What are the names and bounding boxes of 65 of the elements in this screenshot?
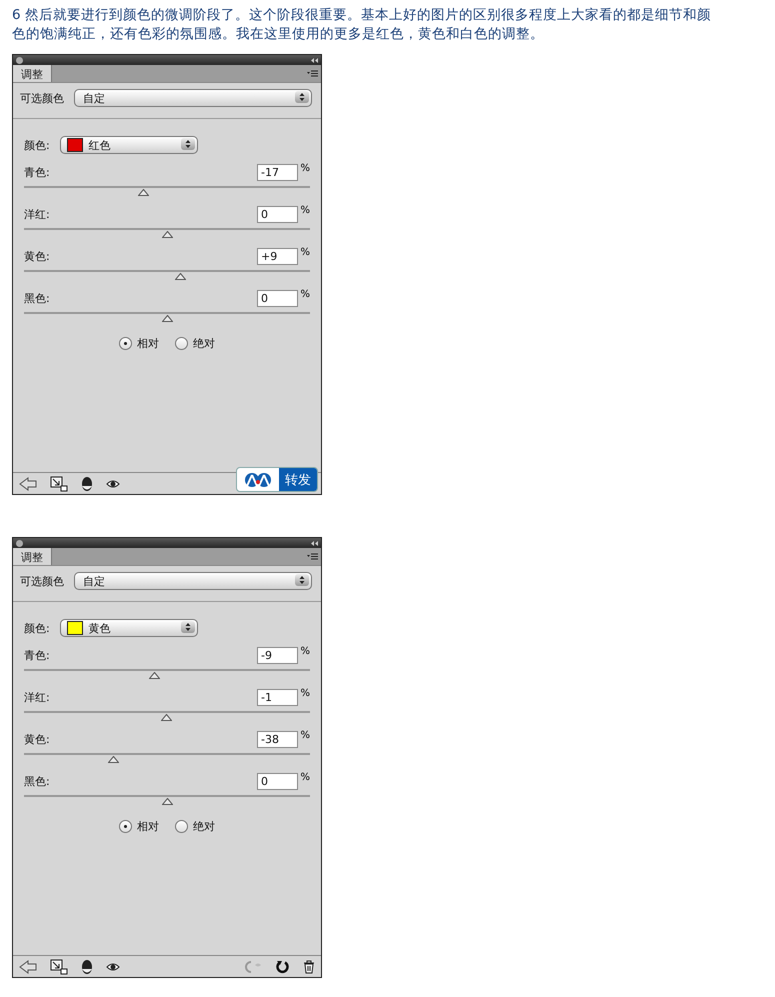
slider-label: 青色: (24, 648, 51, 663)
eye-icon[interactable] (106, 478, 120, 488)
reset-icon[interactable] (276, 960, 290, 974)
radio-button[interactable] (119, 820, 132, 833)
stepper-icon (295, 574, 309, 586)
panel-tab[interactable]: 调整 (13, 548, 52, 565)
percent-unit: % (299, 247, 310, 258)
collapse-icon[interactable] (311, 540, 318, 546)
panel-menu-icon[interactable] (307, 553, 318, 560)
radio-button[interactable] (175, 337, 188, 350)
stepper-icon (180, 138, 195, 150)
eye-icon[interactable] (106, 962, 120, 972)
preset-dropdown[interactable]: 自定 (74, 572, 312, 590)
color-dropdown[interactable]: 红色 (60, 136, 198, 154)
percent-unit: % (299, 163, 310, 174)
collapse-icon[interactable] (311, 58, 318, 62)
clip-layer-icon[interactable] (50, 476, 68, 492)
percent-unit: % (299, 205, 310, 216)
percent-unit: % (299, 772, 310, 783)
panel-tab[interactable]: 调整 (13, 65, 52, 82)
percent-unit: % (299, 688, 310, 699)
value-field[interactable]: +9 (257, 248, 298, 265)
color-label: 颜色: (24, 138, 50, 152)
color-dropdown[interactable]: 黄色 (60, 619, 198, 637)
clip-layer-icon[interactable] (50, 958, 68, 974)
radio-label: 绝对 (193, 819, 215, 834)
slider-label: 洋红: (24, 207, 51, 222)
slider-label: 黄色: (24, 249, 51, 264)
color-label: 颜色: (24, 620, 50, 636)
slider-label: 青色: (24, 165, 51, 180)
slider-label: 洋红: (24, 690, 51, 705)
back-arrow-icon[interactable] (19, 476, 37, 490)
preset-label: 可选颜色 (20, 90, 64, 106)
intro-paragraph: 6 然后就要进行到颜色的微调阶段了。这个阶段很重要。基本上好的图片的区别很多程度上大家看的都是细节和颜色的饱满纯正，还有色彩的氛围感。我在这里使用的更多是红色，黄色和白色的调整。 (12, 6, 712, 44)
trash-icon[interactable] (303, 960, 315, 974)
radio-label: 绝对 (193, 336, 215, 351)
value-field[interactable]: -9 (257, 647, 298, 664)
radio-label: 相对 (137, 819, 159, 834)
panel-menu-icon[interactable] (307, 70, 318, 77)
radio-button[interactable] (119, 337, 132, 350)
close-icon[interactable] (16, 540, 23, 546)
back-arrow-icon[interactable] (19, 960, 37, 974)
percent-unit: % (299, 730, 310, 741)
share-button[interactable]: 转发 (236, 467, 318, 492)
slider-label: 黄色: (24, 732, 51, 747)
preset-dropdown[interactable]: 自定 (74, 89, 312, 107)
slider-label: 黑色: (24, 291, 51, 306)
value-field[interactable]: 0 (257, 206, 298, 223)
value-field[interactable]: -38 (257, 731, 298, 748)
percent-unit: % (299, 289, 310, 300)
mask-icon[interactable] (81, 958, 93, 974)
preset-label: 可选颜色 (20, 574, 64, 588)
stepper-icon (180, 621, 195, 633)
share-logo-icon (243, 472, 273, 488)
mask-icon[interactable] (81, 476, 93, 492)
radio-label: 相对 (137, 336, 159, 351)
radio-button[interactable] (175, 820, 188, 833)
close-icon[interactable] (16, 56, 23, 64)
value-field[interactable]: 0 (257, 773, 298, 790)
value-field[interactable]: 0 (257, 290, 298, 307)
value-field[interactable]: -1 (257, 689, 298, 706)
value-field[interactable]: -17 (257, 164, 298, 181)
stepper-icon (295, 91, 309, 103)
slider-label: 黑色: (24, 774, 51, 789)
percent-unit: % (299, 646, 310, 657)
